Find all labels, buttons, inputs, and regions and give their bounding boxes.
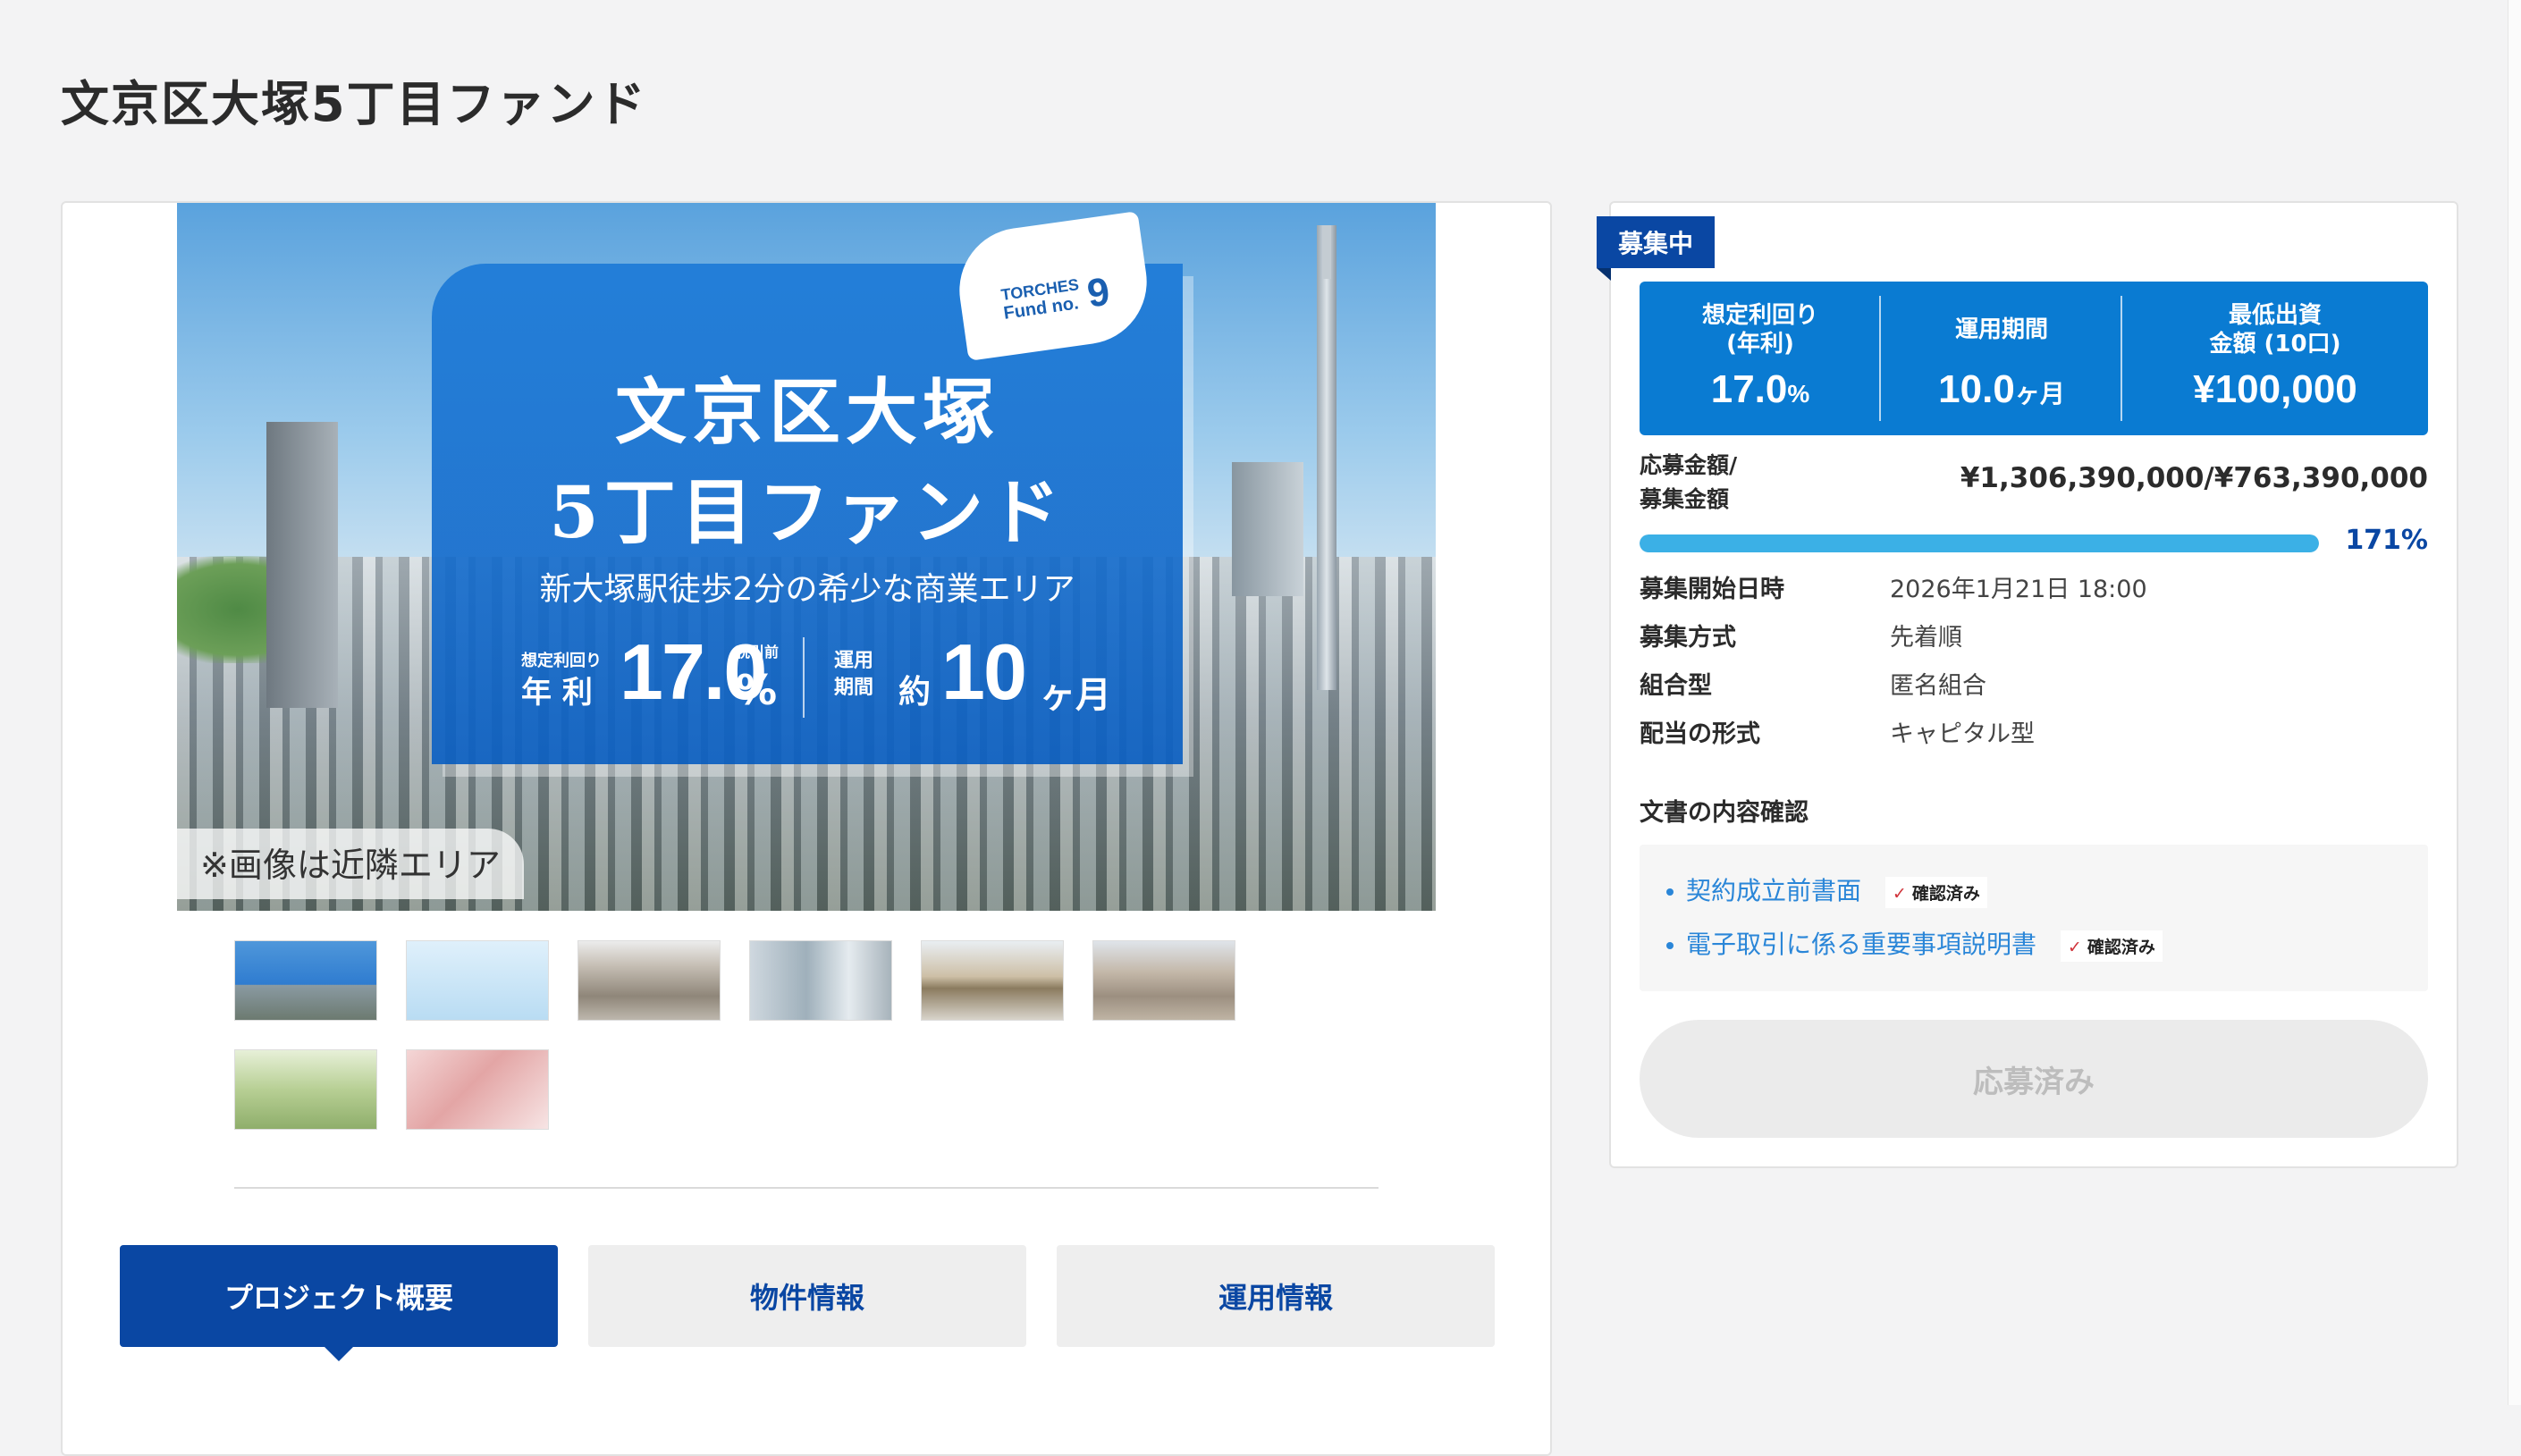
document-link[interactable]: 契約成立前書面 bbox=[1686, 876, 1861, 905]
divider bbox=[234, 1187, 1379, 1189]
page-title: 文京区大塚5丁目ファンド bbox=[61, 76, 647, 132]
document-link[interactable]: 電子取引に係る重要事項説明書 bbox=[1686, 930, 2036, 959]
documents-heading: 文書の内容確認 bbox=[1640, 799, 1809, 827]
thumbnail-3[interactable] bbox=[578, 940, 721, 1021]
tab-property-info[interactable]: 物件情報 bbox=[588, 1245, 1026, 1347]
status-badge: 募集中 bbox=[1597, 216, 1715, 281]
apply-button[interactable]: 応募済み bbox=[1640, 1020, 2428, 1138]
hero-period-value: 10 bbox=[941, 627, 1027, 716]
tab-project-overview[interactable]: プロジェクト概要 bbox=[120, 1245, 558, 1361]
document-item: 契約成立前書面 ✓ 確認済み bbox=[1666, 871, 1987, 908]
confirmed-badge: ✓ 確認済み bbox=[1884, 876, 1987, 908]
thumbnail-4[interactable] bbox=[749, 940, 892, 1021]
project-card: TORCHES Fund no. 9 文京区大塚 5丁目ファンド 新大塚駅徒歩2… bbox=[61, 201, 1552, 1456]
hero-image[interactable]: TORCHES Fund no. 9 文京区大塚 5丁目ファンド 新大塚駅徒歩2… bbox=[177, 203, 1436, 911]
progress-fill bbox=[1640, 534, 2319, 552]
thumbnail-6[interactable] bbox=[1092, 940, 1235, 1021]
hero-subtitle: 新大塚駅徒歩2分の希少な商業エリア bbox=[539, 571, 1075, 608]
info-row-dividend: 配当の形式 キャピタル型 bbox=[1640, 720, 2035, 748]
hero-title: 文京区大塚 5丁目ファンド bbox=[549, 370, 1066, 554]
photo-note: ※画像は近隣エリア bbox=[177, 829, 524, 899]
checkmark-icon: ✓ bbox=[1892, 883, 1907, 904]
stat-yield: 想定利回り (年利) 17.0% bbox=[1701, 302, 1818, 411]
info-row-method: 募集方式 先着順 bbox=[1640, 624, 1962, 652]
document-item: 電子取引に係る重要事項説明書 ✓ 確認済み bbox=[1666, 925, 2163, 962]
hero-stats: 想定利回り 年 利 17.0 税引前 % 運用 期間 約 10 ヶ月 bbox=[521, 627, 1111, 718]
amount-label: 応募金額/ 募集金額 bbox=[1640, 452, 1738, 512]
thumbnail-1[interactable] bbox=[234, 940, 377, 1021]
info-row-start-date: 募集開始日時 2026年1月21日 18:00 bbox=[1640, 576, 2147, 603]
skytree-graphic bbox=[1317, 225, 1336, 690]
documents-list: 契約成立前書面 ✓ 確認済み 電子取引に係る重要事項説明書 ✓ 確認済み bbox=[1640, 845, 2428, 991]
hero-banner: TORCHES Fund no. 9 文京区大塚 5丁目ファンド 新大塚駅徒歩2… bbox=[432, 211, 1183, 764]
key-stats-panel: 想定利回り (年利) 17.0% 運用期間 10.0ヶ月 最低出資 金額 (10… bbox=[1640, 282, 2428, 435]
thumbnail-5[interactable] bbox=[921, 940, 1064, 1021]
fund-summary-card: 募集中 想定利回り (年利) 17.0% 運用期間 10.0ヶ月 最低出資 金額… bbox=[1597, 201, 2458, 1168]
stat-min-investment: 最低出資 金額 (10口) ¥100,000 bbox=[2193, 302, 2357, 411]
scrollbar[interactable] bbox=[2508, 0, 2521, 1405]
progress-percent: 171% bbox=[2345, 525, 2428, 556]
stat-period: 運用期間 10.0ヶ月 bbox=[1938, 316, 2065, 411]
thumbnail-8[interactable] bbox=[406, 1049, 549, 1130]
tab-operation-info[interactable]: 運用情報 bbox=[1057, 1245, 1495, 1347]
thumbnail-2[interactable] bbox=[406, 940, 549, 1021]
info-row-partnership: 組合型 匿名組合 bbox=[1640, 672, 1986, 700]
thumbnail-7[interactable] bbox=[234, 1049, 377, 1130]
confirmed-badge: ✓ 確認済み bbox=[2060, 930, 2163, 962]
amount-value: ¥1,306,390,000/¥763,390,000 bbox=[1960, 462, 2428, 494]
checkmark-icon: ✓ bbox=[2067, 937, 2082, 957]
funding-progress-bar bbox=[1640, 534, 2319, 552]
